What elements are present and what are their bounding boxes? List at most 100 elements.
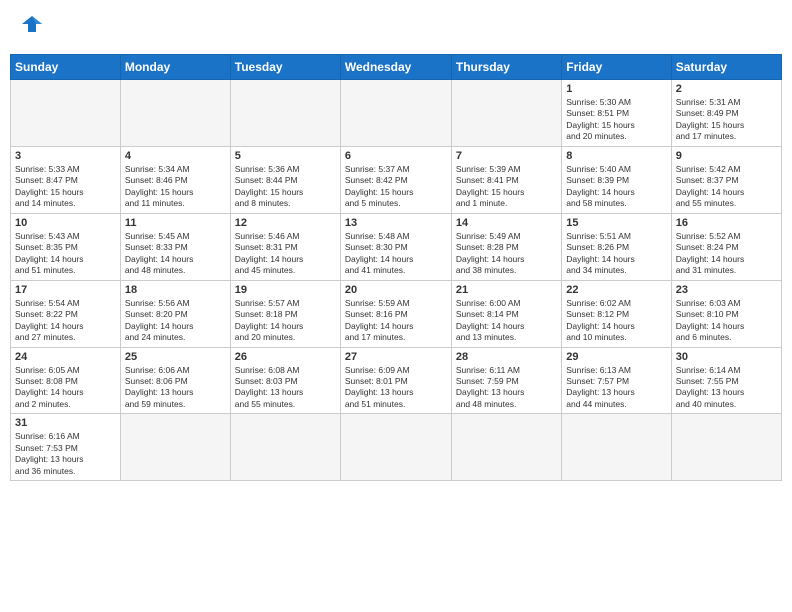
cell-content: Sunrise: 5:57 AM Sunset: 8:18 PM Dayligh… — [235, 298, 336, 344]
calendar-cell: 13 Sunrise: 5:48 AM Sunset: 8:30 PM Dayli… — [340, 213, 451, 280]
cell-content: Sunrise: 5:39 AM Sunset: 8:41 PM Dayligh… — [456, 164, 557, 210]
calendar-week-row: 24 Sunrise: 6:05 AM Sunset: 8:08 PM Dayli… — [11, 347, 782, 414]
calendar-cell — [340, 80, 451, 147]
cell-content: Sunrise: 5:59 AM Sunset: 8:16 PM Dayligh… — [345, 298, 447, 344]
day-number: 26 — [235, 351, 336, 363]
calendar-week-row: 17Sunrise: 5:54 AM Sunset: 8:22 PM Dayli… — [11, 280, 782, 347]
cell-content: Sunrise: 6:09 AM Sunset: 8:01 PM Dayligh… — [345, 365, 447, 411]
calendar-cell: 17Sunrise: 5:54 AM Sunset: 8:22 PM Dayli… — [11, 280, 121, 347]
calendar-cell: 20 Sunrise: 5:59 AM Sunset: 8:16 PM Dayli… — [340, 280, 451, 347]
cell-content: Sunrise: 6:08 AM Sunset: 8:03 PM Dayligh… — [235, 365, 336, 411]
cell-content: Sunrise: 5:48 AM Sunset: 8:30 PM Dayligh… — [345, 231, 447, 277]
calendar-cell: 15Sunrise: 5:51 AM Sunset: 8:26 PM Dayli… — [562, 213, 671, 280]
calendar-cell: 24 Sunrise: 6:05 AM Sunset: 8:08 PM Dayli… — [11, 347, 121, 414]
calendar-cell: 26 Sunrise: 6:08 AM Sunset: 8:03 PM Dayli… — [230, 347, 340, 414]
cell-content: Sunrise: 6:05 AM Sunset: 8:08 PM Dayligh… — [15, 365, 116, 411]
day-number: 12 — [235, 217, 336, 229]
calendar-cell — [340, 414, 451, 481]
calendar-cell — [451, 414, 561, 481]
cell-content: Sunrise: 6:06 AM Sunset: 8:06 PM Dayligh… — [125, 365, 226, 411]
calendar-cell — [120, 80, 230, 147]
day-number: 24 — [15, 351, 116, 363]
cell-content: Sunrise: 5:43 AM Sunset: 8:35 PM Dayligh… — [15, 231, 116, 277]
cell-content: Sunrise: 6:02 AM Sunset: 8:12 PM Dayligh… — [566, 298, 666, 344]
calendar-cell: 4 Sunrise: 5:34 AM Sunset: 8:46 PM Daylig… — [120, 146, 230, 213]
cell-content: Sunrise: 6:03 AM Sunset: 8:10 PM Dayligh… — [676, 298, 777, 344]
day-number: 28 — [456, 351, 557, 363]
cell-content: Sunrise: 5:56 AM Sunset: 8:20 PM Dayligh… — [125, 298, 226, 344]
day-number: 30 — [676, 351, 777, 363]
day-number: 3 — [15, 150, 116, 162]
day-number: 15 — [566, 217, 666, 229]
cell-content: Sunrise: 5:52 AM Sunset: 8:24 PM Dayligh… — [676, 231, 777, 277]
weekday-header-friday: Friday — [562, 55, 671, 80]
calendar-cell: 29Sunrise: 6:13 AM Sunset: 7:57 PM Dayli… — [562, 347, 671, 414]
calendar-cell: 23 Sunrise: 6:03 AM Sunset: 8:10 PM Dayli… — [671, 280, 781, 347]
calendar-cell: 8 Sunrise: 5:40 AM Sunset: 8:39 PM Daylig… — [562, 146, 671, 213]
day-number: 13 — [345, 217, 447, 229]
calendar-cell: 14Sunrise: 5:49 AM Sunset: 8:28 PM Dayli… — [451, 213, 561, 280]
cell-content: Sunrise: 5:40 AM Sunset: 8:39 PM Dayligh… — [566, 164, 666, 210]
cell-content: Sunrise: 5:42 AM Sunset: 8:37 PM Dayligh… — [676, 164, 777, 210]
cell-content: Sunrise: 6:11 AM Sunset: 7:59 PM Dayligh… — [456, 365, 557, 411]
cell-content: Sunrise: 5:36 AM Sunset: 8:44 PM Dayligh… — [235, 164, 336, 210]
calendar-cell — [562, 414, 671, 481]
calendar-week-row: 3 Sunrise: 5:33 AM Sunset: 8:47 PM Daylig… — [11, 146, 782, 213]
calendar-cell: 7 Sunrise: 5:39 AM Sunset: 8:41 PM Daylig… — [451, 146, 561, 213]
calendar-cell: 1 Sunrise: 5:30 AM Sunset: 8:51 PM Daylig… — [562, 80, 671, 147]
calendar-cell: 12 Sunrise: 5:46 AM Sunset: 8:31 PM Dayli… — [230, 213, 340, 280]
calendar-week-row: 1 Sunrise: 5:30 AM Sunset: 8:51 PM Daylig… — [11, 80, 782, 147]
weekday-header-tuesday: Tuesday — [230, 55, 340, 80]
calendar-cell — [230, 414, 340, 481]
cell-content: Sunrise: 5:49 AM Sunset: 8:28 PM Dayligh… — [456, 231, 557, 277]
calendar-cell — [120, 414, 230, 481]
weekday-header-thursday: Thursday — [451, 55, 561, 80]
cell-content: Sunrise: 5:45 AM Sunset: 8:33 PM Dayligh… — [125, 231, 226, 277]
calendar-week-row: 31Sunrise: 6:16 AM Sunset: 7:53 PM Dayli… — [11, 414, 782, 481]
cell-content: Sunrise: 5:33 AM Sunset: 8:47 PM Dayligh… — [15, 164, 116, 210]
day-number: 16 — [676, 217, 777, 229]
calendar-cell: 19Sunrise: 5:57 AM Sunset: 8:18 PM Dayli… — [230, 280, 340, 347]
weekday-header-wednesday: Wednesday — [340, 55, 451, 80]
cell-content: Sunrise: 6:14 AM Sunset: 7:55 PM Dayligh… — [676, 365, 777, 411]
day-number: 7 — [456, 150, 557, 162]
calendar-cell: 5 Sunrise: 5:36 AM Sunset: 8:44 PM Daylig… — [230, 146, 340, 213]
day-number: 10 — [15, 217, 116, 229]
day-number: 6 — [345, 150, 447, 162]
day-number: 11 — [125, 217, 226, 229]
calendar-cell: 6Sunrise: 5:37 AM Sunset: 8:42 PM Daylig… — [340, 146, 451, 213]
day-number: 1 — [566, 83, 666, 95]
calendar-cell: 11 Sunrise: 5:45 AM Sunset: 8:33 PM Dayli… — [120, 213, 230, 280]
day-number: 5 — [235, 150, 336, 162]
day-number: 4 — [125, 150, 226, 162]
day-number: 22 — [566, 284, 666, 296]
day-number: 18 — [125, 284, 226, 296]
calendar-cell: 2Sunrise: 5:31 AM Sunset: 8:49 PM Daylig… — [671, 80, 781, 147]
header — [10, 10, 782, 46]
calendar-cell: 27 Sunrise: 6:09 AM Sunset: 8:01 PM Dayli… — [340, 347, 451, 414]
weekday-header-sunday: Sunday — [11, 55, 121, 80]
logo-icon — [14, 10, 50, 46]
day-number: 25 — [125, 351, 226, 363]
calendar-cell — [230, 80, 340, 147]
cell-content: Sunrise: 5:54 AM Sunset: 8:22 PM Dayligh… — [15, 298, 116, 344]
calendar-week-row: 10 Sunrise: 5:43 AM Sunset: 8:35 PM Dayli… — [11, 213, 782, 280]
calendar-cell: 21Sunrise: 6:00 AM Sunset: 8:14 PM Dayli… — [451, 280, 561, 347]
day-number: 23 — [676, 284, 777, 296]
cell-content: Sunrise: 5:30 AM Sunset: 8:51 PM Dayligh… — [566, 97, 666, 143]
day-number: 31 — [15, 417, 116, 429]
cell-content: Sunrise: 5:34 AM Sunset: 8:46 PM Dayligh… — [125, 164, 226, 210]
cell-content: Sunrise: 5:31 AM Sunset: 8:49 PM Dayligh… — [676, 97, 777, 143]
calendar-cell — [11, 80, 121, 147]
calendar-cell: 25 Sunrise: 6:06 AM Sunset: 8:06 PM Dayli… — [120, 347, 230, 414]
day-number: 27 — [345, 351, 447, 363]
cell-content: Sunrise: 5:46 AM Sunset: 8:31 PM Dayligh… — [235, 231, 336, 277]
weekday-header-row: SundayMondayTuesdayWednesdayThursdayFrid… — [11, 55, 782, 80]
day-number: 29 — [566, 351, 666, 363]
cell-content: Sunrise: 6:00 AM Sunset: 8:14 PM Dayligh… — [456, 298, 557, 344]
weekday-header-saturday: Saturday — [671, 55, 781, 80]
calendar-cell — [671, 414, 781, 481]
calendar-cell: 28 Sunrise: 6:11 AM Sunset: 7:59 PM Dayli… — [451, 347, 561, 414]
day-number: 8 — [566, 150, 666, 162]
day-number: 20 — [345, 284, 447, 296]
